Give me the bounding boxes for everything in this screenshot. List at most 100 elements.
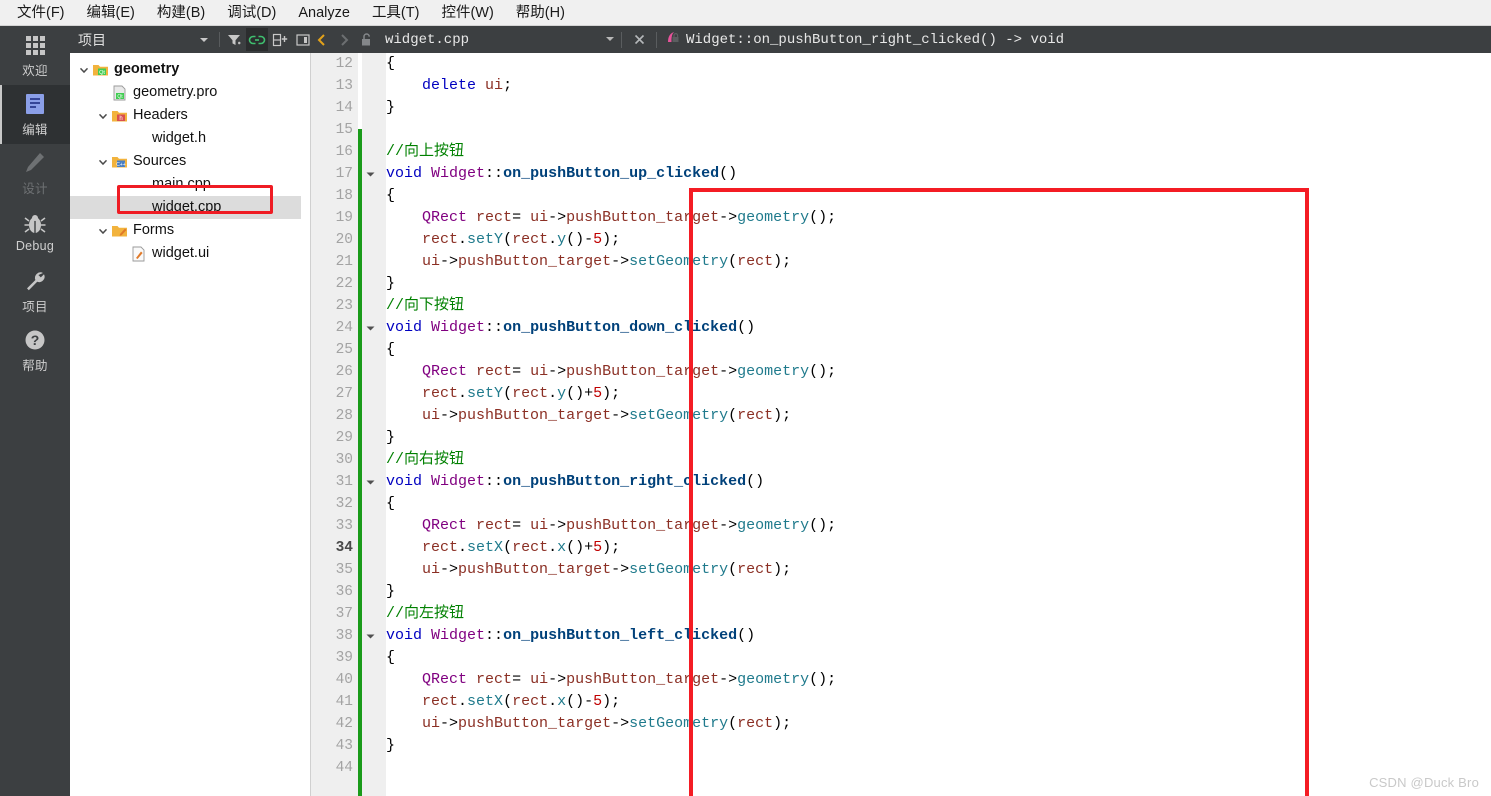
tree-item-geometry-pro[interactable]: Qt geometry.pro xyxy=(70,81,310,104)
qt-creator-window: 文件(F) 编辑(E) 构建(B) 调试(D) Analyze 工具(T) 控件(W) 帮助(… xyxy=(0,0,1491,796)
menu-build[interactable]: 构建(B) xyxy=(146,1,216,25)
code-line[interactable]: 31 void Widget::on_pushButton_right_click… xyxy=(311,471,1491,493)
fold-collapse-icon[interactable] xyxy=(362,478,378,487)
code-line[interactable]: 44 xyxy=(311,757,1491,779)
tree-icon-spacer xyxy=(130,200,147,216)
line-number: 18 xyxy=(335,188,353,204)
code-line[interactable]: 37 //向左按钮 xyxy=(311,603,1491,625)
menu-bar: 文件(F) 编辑(E) 构建(B) 调试(D) Analyze 工具(T) 控件(W) 帮助(… xyxy=(0,0,1491,26)
code-line[interactable]: 16 //向上按钮 xyxy=(311,141,1491,163)
chevron-down-icon[interactable] xyxy=(76,62,92,78)
code-line[interactable]: 26 QRect rect= ui->pushButton_target->ge… xyxy=(311,361,1491,383)
fold-collapse-icon[interactable] xyxy=(362,632,378,641)
code-line[interactable]: 25 { xyxy=(311,339,1491,361)
project-tree[interactable]: Qt geometry Qt geometry.pro h Headers widget.h… xyxy=(70,53,311,796)
close-icon[interactable] xyxy=(628,28,650,52)
menu-window[interactable]: 控件(W) xyxy=(430,1,504,25)
chevron-down-icon[interactable] xyxy=(605,31,615,49)
tree-item-headers[interactable]: h Headers xyxy=(70,104,310,127)
fold-collapse-icon[interactable] xyxy=(362,170,378,179)
open-file-combobox[interactable]: widget.cpp xyxy=(385,31,615,49)
svg-text:Qt: Qt xyxy=(117,94,123,100)
chevron-down-icon[interactable] xyxy=(95,154,111,170)
code-line[interactable]: 23 //向下按钮 xyxy=(311,295,1491,317)
mode-6[interactable]: ? 帮助 xyxy=(0,321,70,380)
code-line[interactable]: 17 void Widget::on_pushButton_up_clicked(… xyxy=(311,163,1491,185)
code-line[interactable]: 27 rect.setY(rect.y()+5); xyxy=(311,383,1491,405)
code-text: rect.setX(rect.x()-5); xyxy=(422,693,621,710)
code-line[interactable]: 43} xyxy=(311,735,1491,757)
tree-item-widget-ui[interactable]: widget.ui xyxy=(70,242,310,265)
menu-file[interactable]: 文件(F) xyxy=(6,1,76,25)
code-line[interactable]: 22} xyxy=(311,273,1491,295)
menu-analyze[interactable]: Analyze xyxy=(287,1,361,25)
svg-text:C++: C++ xyxy=(116,162,126,168)
mode-1[interactable]: 欢迎 xyxy=(0,26,70,85)
grid-icon xyxy=(23,33,47,57)
chevron-down-icon[interactable] xyxy=(95,108,111,124)
tree-item-forms[interactable]: Forms xyxy=(70,219,310,242)
menu-debug[interactable]: 调试(D) xyxy=(216,1,287,25)
tree-item-widget-h[interactable]: widget.h xyxy=(70,127,310,150)
line-number: 21 xyxy=(335,254,353,270)
code-line[interactable]: 21 ui->pushButton_target->setGeometry(re… xyxy=(311,251,1491,273)
mode-label: 项目 xyxy=(22,299,48,314)
code-line[interactable]: 29} xyxy=(311,427,1491,449)
code-line[interactable]: 30 //向右按钮 xyxy=(311,449,1491,471)
unlocked-icon[interactable] xyxy=(355,28,377,52)
filter-icon[interactable] xyxy=(223,28,245,51)
code-text: { xyxy=(386,495,396,512)
code-line[interactable]: 20 rect.setY(rect.y()-5); xyxy=(311,229,1491,251)
chevron-right-icon[interactable] xyxy=(333,28,355,52)
wrench-icon xyxy=(23,269,47,293)
line-number: 30 xyxy=(335,452,353,468)
code-line[interactable]: 12 { xyxy=(311,53,1491,75)
menu-tools[interactable]: 工具(T) xyxy=(361,1,431,25)
tree-item-sources[interactable]: C++ Sources xyxy=(70,150,310,173)
line-number: 20 xyxy=(335,232,353,248)
chevron-left-icon[interactable] xyxy=(311,28,333,52)
code-line[interactable]: 39 { xyxy=(311,647,1491,669)
code-line[interactable]: 13 delete ui; xyxy=(311,75,1491,97)
code-line[interactable]: 41 rect.setX(rect.x()-5); xyxy=(311,691,1491,713)
code-text: //向右按钮 xyxy=(386,451,465,468)
code-line[interactable]: 32 { xyxy=(311,493,1491,515)
line-number: 29 xyxy=(335,430,353,446)
chevron-down-icon[interactable] xyxy=(95,223,111,239)
mode-4[interactable]: Debug xyxy=(0,203,70,262)
code-line[interactable]: 19 QRect rect= ui->pushButton_target->ge… xyxy=(311,207,1491,229)
menu-edit[interactable]: 编辑(E) xyxy=(76,1,146,25)
tree-item-widget-cpp[interactable]: widget.cpp xyxy=(70,196,301,219)
link-icon[interactable] xyxy=(246,28,268,51)
code-line[interactable]: 42 ui->pushButton_target->setGeometry(re… xyxy=(311,713,1491,735)
menu-help[interactable]: 帮助(H) xyxy=(505,1,576,25)
chevron-down-icon[interactable] xyxy=(193,28,215,51)
code-line[interactable]: 28 ui->pushButton_target->setGeometry(re… xyxy=(311,405,1491,427)
code-line[interactable]: 24 void Widget::on_pushButton_down_clicke… xyxy=(311,317,1491,339)
mode-label: Debug xyxy=(15,239,55,253)
mode-label: 欢迎 xyxy=(22,63,48,78)
mode-5[interactable]: 项目 xyxy=(0,262,70,321)
tree-item-main-cpp[interactable]: main.cpp xyxy=(70,173,310,196)
code-line[interactable]: 33 QRect rect= ui->pushButton_target->ge… xyxy=(311,515,1491,537)
code-line[interactable]: 35 ui->pushButton_target->setGeometry(re… xyxy=(311,559,1491,581)
code-line[interactable]: 36} xyxy=(311,581,1491,603)
code-line[interactable]: 18 { xyxy=(311,185,1491,207)
code-line[interactable]: 40 QRect rect= ui->pushButton_target->ge… xyxy=(311,669,1491,691)
tree-item-geometry[interactable]: Qt geometry xyxy=(70,58,310,81)
line-number: 37 xyxy=(335,606,353,622)
code-editor[interactable]: 12{13 delete ui; 14} 15 16//向上按钮 17 void Widg… xyxy=(311,53,1491,796)
split-icon[interactable] xyxy=(269,28,291,51)
code-text: ui->pushButton_target->setGeometry(rect)… xyxy=(422,715,792,732)
symbol-combobox[interactable]: Widget::on_pushButton_right_clicked() ->… xyxy=(665,29,1064,50)
code-line[interactable]: 34 rect.setX(rect.x()+5); xyxy=(311,537,1491,559)
code-line[interactable]: 14} xyxy=(311,97,1491,119)
forms-folder-icon xyxy=(111,223,128,239)
code-line[interactable]: 15 xyxy=(311,119,1491,141)
mode-2[interactable]: 编辑 xyxy=(0,85,70,144)
code-line[interactable]: 38 void Widget::on_pushButton_left_clicke… xyxy=(311,625,1491,647)
fold-collapse-icon[interactable] xyxy=(362,324,378,333)
